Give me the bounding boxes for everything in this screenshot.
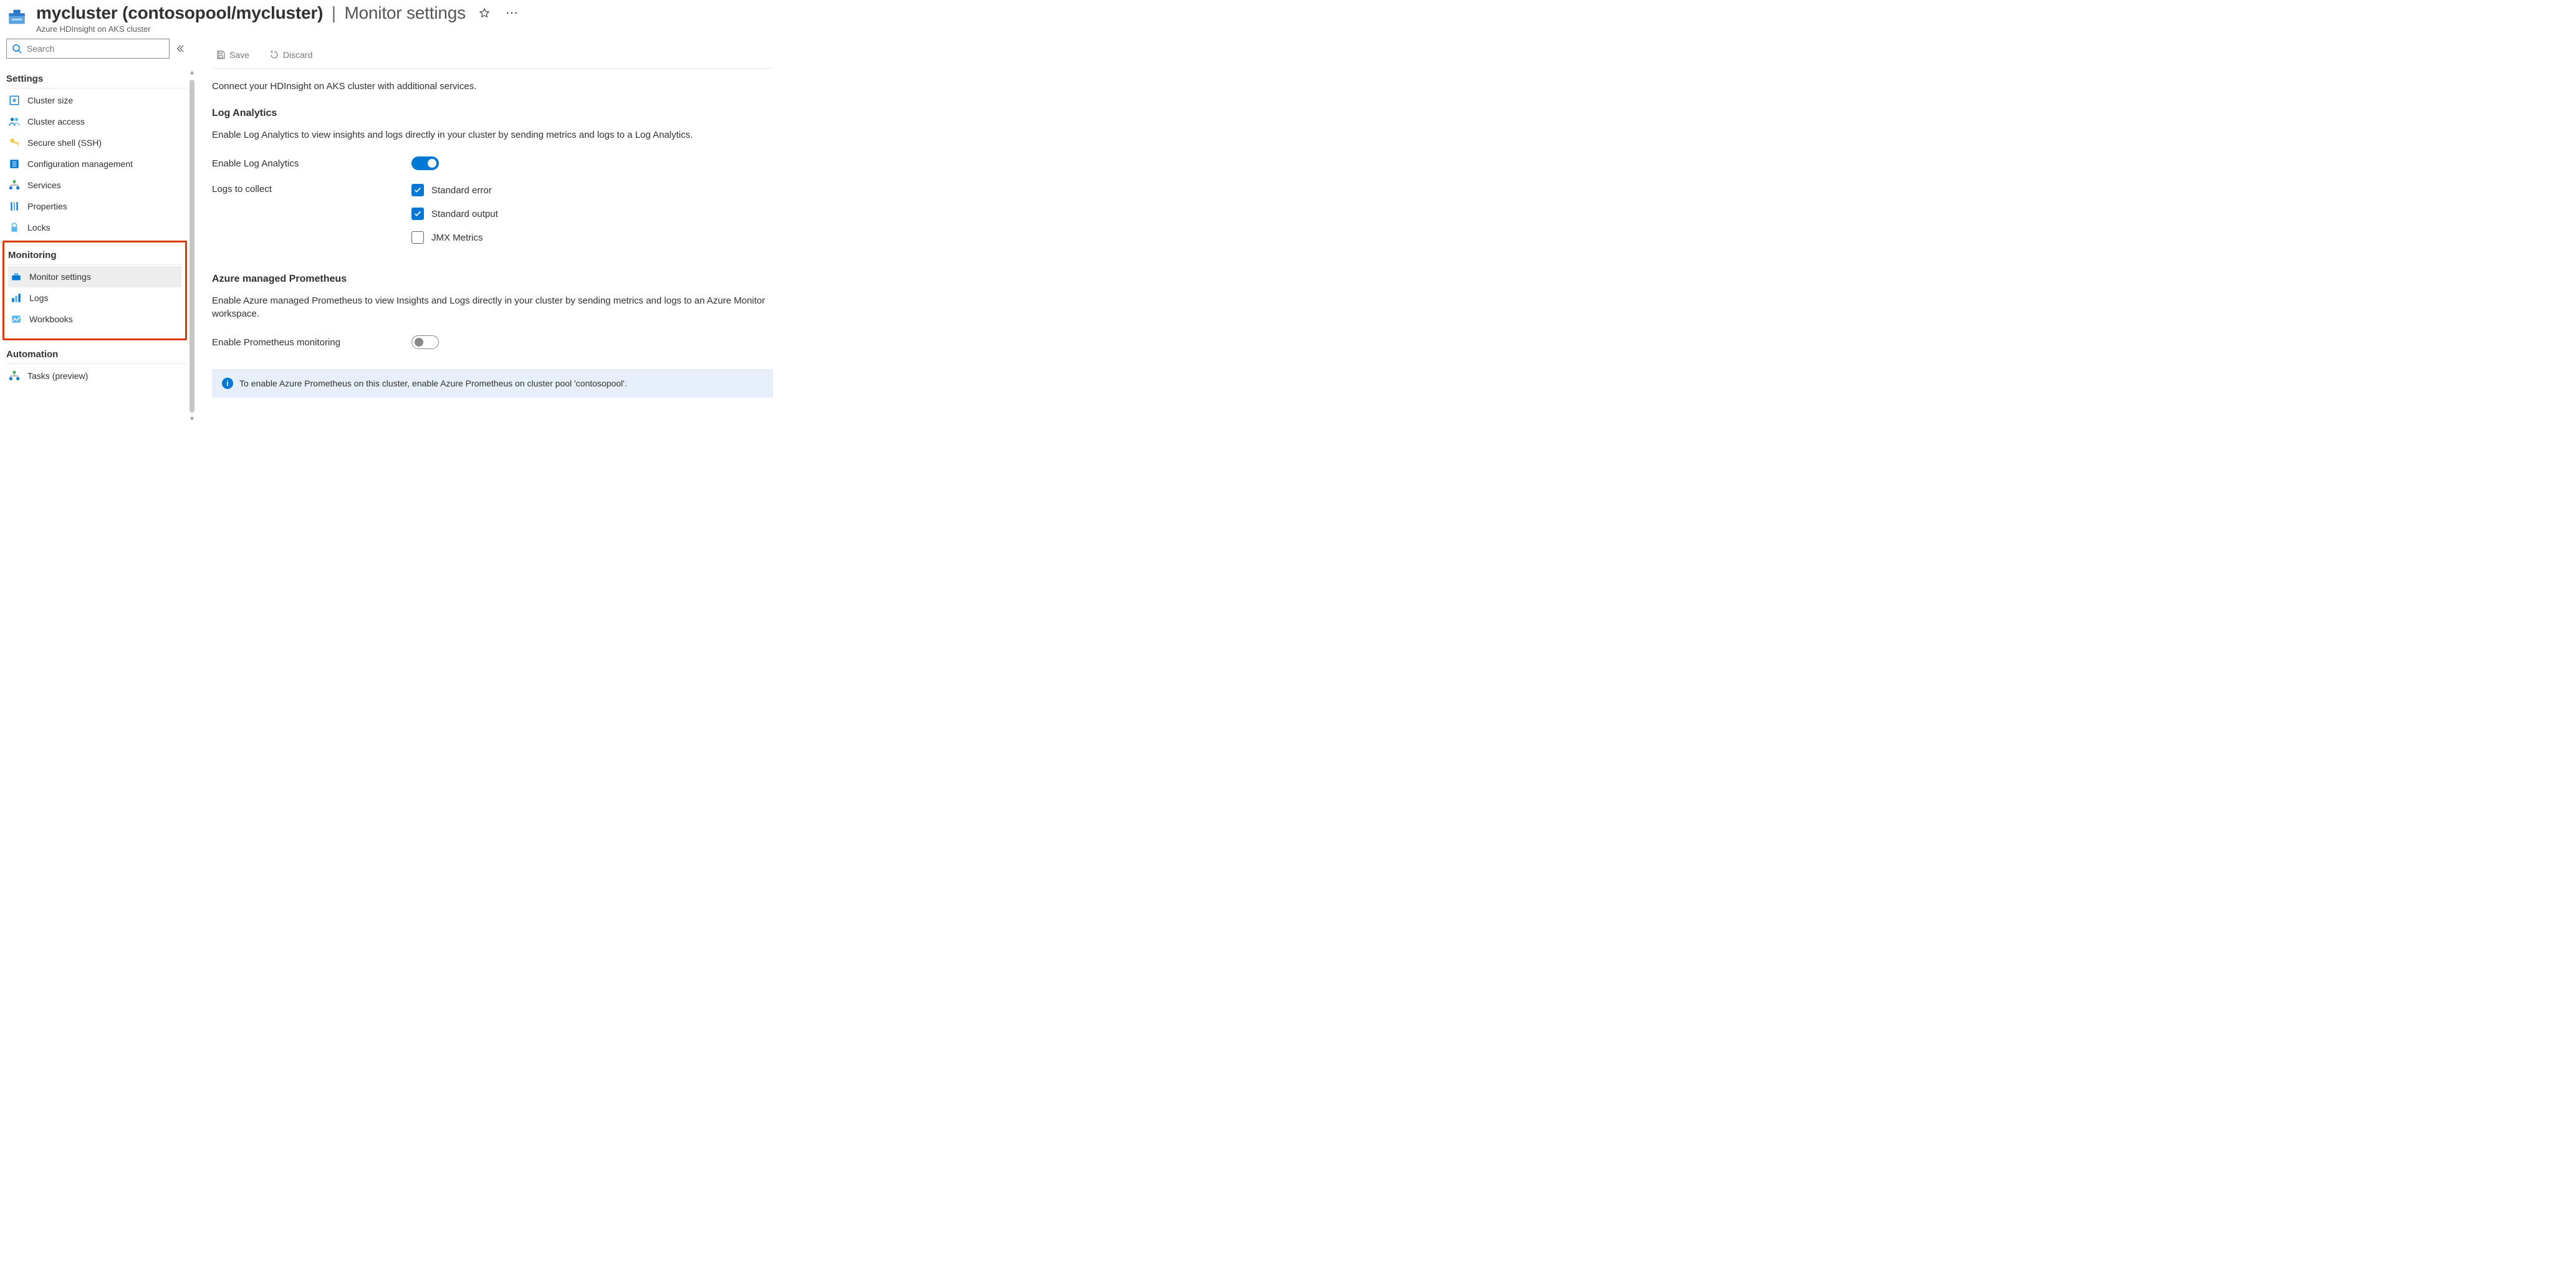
- checkbox-box[interactable]: [411, 184, 424, 196]
- section-heading-prometheus: Azure managed Prometheus: [212, 274, 773, 285]
- sidebar-item-label: Services: [27, 180, 61, 190]
- enable-log-analytics-label: Enable Log Analytics: [212, 158, 411, 169]
- sidebar-scrollbar[interactable]: ▲ ▼: [188, 70, 196, 423]
- enable-prometheus-toggle[interactable]: [411, 335, 439, 349]
- checkbox-box[interactable]: [411, 208, 424, 220]
- checkbox-box[interactable]: [411, 231, 424, 244]
- intro-text: Connect your HDInsight on AKS cluster wi…: [212, 81, 773, 92]
- section-text-prometheus: Enable Azure managed Prometheus to view …: [212, 294, 773, 320]
- checkbox-label: Standard error: [431, 185, 492, 196]
- sidebar-item-locks[interactable]: Locks: [6, 217, 187, 238]
- services-icon: [9, 180, 20, 191]
- sidebar-item-label: Workbooks: [29, 314, 73, 324]
- main-content: Save Discard Connect your HDInsight on A…: [187, 39, 798, 423]
- nav-section-settings: Settings Cluster size Cluster access Sec…: [6, 70, 187, 238]
- lock-icon: [9, 222, 20, 233]
- sidebar-item-label: Configuration management: [27, 159, 133, 169]
- sidebar-item-logs[interactable]: Logs: [8, 287, 181, 309]
- search-icon: [12, 44, 22, 54]
- resource-name: mycluster (contosopool/mycluster): [36, 3, 323, 22]
- page-title: mycluster (contosopool/mycluster) | Moni…: [36, 3, 466, 23]
- favorite-button[interactable]: [476, 4, 493, 22]
- discard-button[interactable]: Discard: [266, 49, 316, 60]
- nav-section-monitoring-highlight: Monitoring Monitor settings Logs Workboo…: [2, 241, 187, 340]
- discard-label: Discard: [283, 50, 312, 60]
- save-label: Save: [229, 50, 249, 60]
- sidebar-item-label: Secure shell (SSH): [27, 138, 102, 148]
- sidebar-item-label: Tasks (preview): [27, 371, 88, 381]
- sidebar-item-label: Cluster access: [27, 117, 85, 127]
- resource-type-icon: [6, 6, 27, 27]
- sidebar-item-label: Monitor settings: [29, 272, 91, 282]
- key-icon: [9, 137, 20, 148]
- scroll-up-icon: ▲: [189, 70, 195, 76]
- sidebar-item-cluster-size[interactable]: Cluster size: [6, 90, 187, 111]
- sidebar: Settings Cluster size Cluster access Sec…: [0, 39, 187, 423]
- checkbox-standard-output[interactable]: Standard output: [411, 208, 498, 220]
- title-separator: |: [328, 3, 340, 22]
- nav-section-title: Settings: [6, 70, 187, 89]
- sidebar-item-monitor-settings[interactable]: Monitor settings: [8, 266, 181, 287]
- save-icon: [216, 50, 226, 60]
- page-header: mycluster (contosopool/mycluster) | Moni…: [0, 0, 2576, 34]
- logs-to-collect-label: Logs to collect: [212, 184, 411, 194]
- info-text: To enable Azure Prometheus on this clust…: [239, 378, 627, 388]
- logs-icon: [11, 292, 22, 304]
- info-icon: i: [222, 378, 233, 389]
- sidebar-item-cluster-access[interactable]: Cluster access: [6, 111, 187, 132]
- sidebar-search[interactable]: [6, 39, 170, 59]
- sidebar-item-label: Logs: [29, 293, 48, 303]
- cluster-size-icon: [9, 95, 20, 106]
- cluster-access-icon: [9, 116, 20, 127]
- prometheus-info-banner: i To enable Azure Prometheus on this clu…: [212, 369, 773, 398]
- collapse-sidebar-button[interactable]: [173, 42, 187, 55]
- checkbox-jmx-metrics[interactable]: JMX Metrics: [411, 231, 498, 244]
- tasks-icon: [9, 370, 20, 381]
- resource-subtitle: Azure HDInsight on AKS cluster: [36, 24, 2570, 34]
- scroll-thumb[interactable]: [190, 80, 195, 413]
- search-input[interactable]: [26, 43, 164, 54]
- nav-section-title: Automation: [6, 345, 187, 364]
- sidebar-item-label: Properties: [27, 201, 67, 211]
- nav-section-automation: Automation Tasks (preview): [6, 345, 187, 386]
- sidebar-item-ssh[interactable]: Secure shell (SSH): [6, 132, 187, 153]
- sidebar-item-configuration[interactable]: Configuration management: [6, 153, 187, 175]
- sidebar-item-properties[interactable]: Properties: [6, 196, 187, 217]
- monitor-settings-icon: [11, 271, 22, 282]
- sidebar-item-workbooks[interactable]: Workbooks: [8, 309, 181, 330]
- command-bar: Save Discard: [212, 39, 773, 69]
- nav-section-title: Monitoring: [8, 246, 181, 265]
- scroll-down-icon: ▼: [189, 416, 195, 423]
- discard-icon: [269, 50, 279, 60]
- section-heading-log-analytics: Log Analytics: [212, 108, 773, 119]
- sidebar-item-label: Locks: [27, 223, 50, 232]
- page-name: Monitor settings: [344, 3, 465, 22]
- save-button[interactable]: Save: [212, 49, 253, 60]
- properties-icon: [9, 201, 20, 212]
- sidebar-item-services[interactable]: Services: [6, 175, 187, 196]
- checkbox-label: Standard output: [431, 209, 498, 219]
- sidebar-item-tasks[interactable]: Tasks (preview): [6, 365, 187, 386]
- sidebar-item-label: Cluster size: [27, 95, 73, 105]
- checkbox-label: JMX Metrics: [431, 232, 483, 243]
- workbooks-icon: [11, 314, 22, 325]
- config-icon: [9, 158, 20, 170]
- enable-prometheus-label: Enable Prometheus monitoring: [212, 337, 411, 348]
- more-button[interactable]: ⋯: [503, 2, 521, 23]
- checkbox-standard-error[interactable]: Standard error: [411, 184, 498, 196]
- section-text-log-analytics: Enable Log Analytics to view insights an…: [212, 128, 773, 141]
- enable-log-analytics-toggle[interactable]: [411, 156, 439, 170]
